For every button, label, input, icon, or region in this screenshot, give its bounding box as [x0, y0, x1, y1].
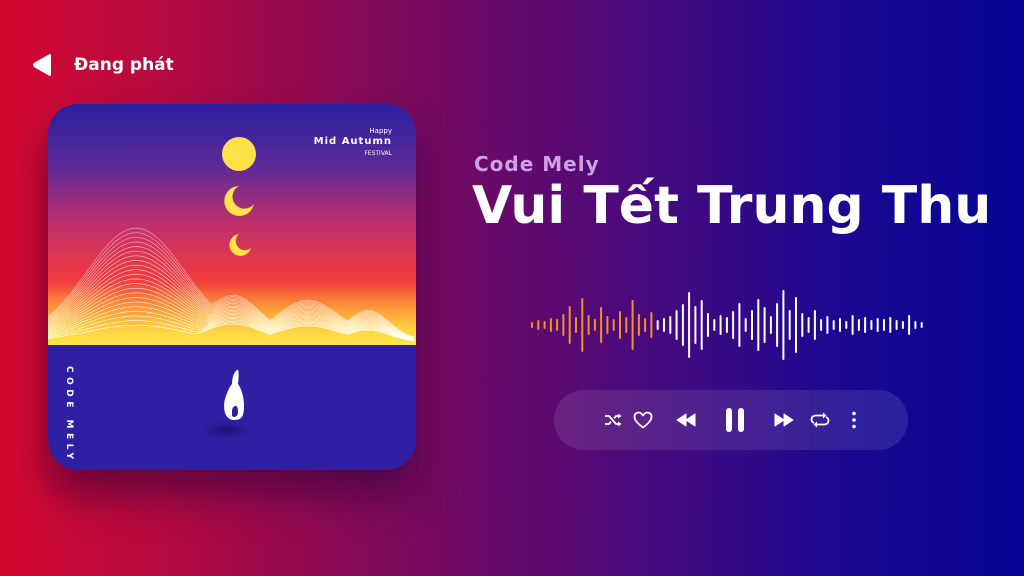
waveform-bar [719, 315, 722, 335]
waveform-bar [663, 318, 665, 332]
waveform-bar-played [600, 307, 603, 343]
waveform-bar [839, 318, 841, 332]
waveform-bar [826, 316, 829, 334]
waveform-bar [813, 310, 816, 340]
waveform-bar-played [612, 319, 615, 331]
waveform-bar [889, 317, 892, 333]
waveform-bar [795, 297, 797, 353]
waveform-bar-played [619, 311, 621, 339]
waveform-bar [876, 318, 879, 332]
waveform-bar [807, 317, 810, 333]
waveform-bar [788, 310, 791, 340]
waveform-bar [688, 292, 691, 358]
waveform-bar-played [631, 300, 634, 350]
audio-waveform[interactable] [528, 282, 928, 368]
shuffle-icon [605, 413, 622, 427]
waveform-bar-played [549, 318, 552, 332]
waveform-bar [908, 315, 911, 335]
waveform-bar [820, 319, 823, 331]
waveform-bar-played [543, 321, 546, 329]
waveform-bar-played [537, 320, 540, 330]
repeat-icon [810, 412, 830, 428]
waveform-bar [769, 316, 772, 334]
waveform-bar [700, 300, 703, 350]
album-art: Happy Mid Autumn FESTIVAL CODE MELY [48, 104, 416, 470]
waveform-bar [681, 304, 684, 346]
more-options-button[interactable] [849, 400, 859, 440]
like-button[interactable] [633, 400, 653, 440]
full-moon-icon [222, 137, 256, 171]
pause-icon [726, 408, 744, 432]
heart-icon [633, 411, 653, 429]
waveform-bar [725, 317, 728, 333]
pause-button[interactable] [723, 400, 747, 440]
festival-text: FESTIVAL [364, 150, 392, 157]
waveform-bar-played [568, 306, 571, 344]
player-controls [554, 390, 908, 450]
happy-text: Happy [369, 127, 392, 135]
waveform-bar [751, 310, 753, 340]
waveform-bar [782, 290, 785, 360]
shuffle-button[interactable] [603, 400, 623, 440]
waveform-bar [864, 317, 867, 333]
waveform-bar [707, 313, 709, 337]
waveform-bar [763, 307, 766, 343]
waveform-bar [694, 306, 697, 344]
waveform-bar [920, 322, 923, 328]
waveform-bar [857, 319, 860, 331]
more-vertical-icon [852, 411, 856, 429]
waveform-bar [832, 320, 835, 330]
previous-button[interactable] [675, 400, 697, 440]
waveform-bar [801, 313, 804, 337]
waveform-bar [744, 318, 747, 332]
waveform-bar [895, 320, 898, 330]
vertical-brand: CODE MELY [64, 366, 74, 463]
waveform-bar-played [625, 317, 628, 333]
artist-name: Code Mely [474, 152, 600, 176]
waveform-bar-played [562, 314, 565, 336]
waveform-bar-played [531, 322, 533, 328]
back-button[interactable] [32, 52, 54, 78]
previous-icon [676, 413, 696, 427]
waveform-bar [883, 319, 885, 331]
back-triangle-icon [33, 54, 51, 76]
waveform-bar [738, 303, 741, 347]
waveform-bar-played [637, 314, 640, 336]
waveform-bar-played [606, 316, 609, 334]
waveform-bar [669, 316, 672, 334]
waveform-bar-played [593, 319, 596, 331]
next-icon [774, 413, 794, 427]
waveform-bar-played [650, 312, 653, 338]
waveform-bar [901, 321, 904, 329]
waveform-bar [713, 319, 716, 331]
waveform-bar [845, 321, 848, 329]
waveform-bar-played [587, 315, 590, 335]
waveform-bar [776, 303, 779, 347]
next-button[interactable] [773, 400, 795, 440]
top-bar: Đang phát [32, 52, 174, 78]
song-title: Vui Tết Trung Thu [472, 176, 992, 236]
waveform-bar [851, 315, 854, 335]
repeat-button[interactable] [809, 400, 831, 440]
waveform-bar-played [575, 317, 577, 333]
waveform-bar [732, 311, 735, 339]
waveform-bar [757, 299, 760, 351]
now-playing-label: Đang phát [74, 55, 174, 75]
waveform-bar [914, 321, 917, 329]
waveform-bar-played [556, 319, 559, 331]
waveform-bar [675, 310, 678, 340]
waveform-bar-played [581, 298, 584, 352]
mid-autumn-text: Mid Autumn [314, 136, 392, 147]
waveform-bar [870, 320, 873, 330]
waveform-bar-played [644, 318, 647, 332]
waveform-bar [656, 320, 659, 330]
